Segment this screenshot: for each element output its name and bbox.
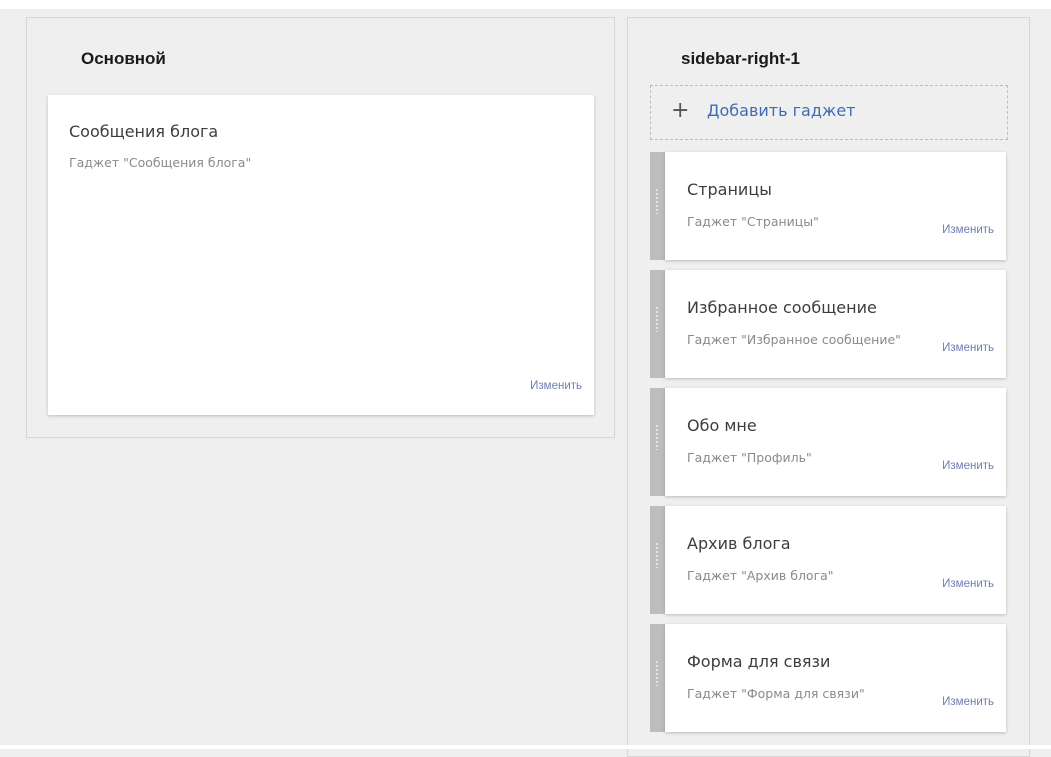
- section-main: Основной Сообщения блога Гаджет "Сообщен…: [26, 17, 615, 438]
- gadget-card[interactable]: Форма для связи Гаджет "Форма для связи"…: [665, 624, 1006, 732]
- gadget-item-featured-post: Избранное сообщение Гаджет "Избранное со…: [650, 270, 1006, 378]
- drag-dots-icon: [656, 660, 658, 686]
- drag-handle[interactable]: [650, 152, 665, 260]
- edit-link[interactable]: Изменить: [942, 460, 994, 472]
- plus-icon: +: [671, 98, 690, 123]
- gadget-subtitle: Гаджет "Сообщения блога": [69, 155, 252, 170]
- top-strip: [0, 0, 1051, 9]
- gadget-item-contact-form: Форма для связи Гаджет "Форма для связи"…: [650, 624, 1006, 732]
- gadget-card[interactable]: Избранное сообщение Гаджет "Избранное со…: [665, 270, 1006, 378]
- edit-link[interactable]: Изменить: [942, 578, 994, 590]
- gadget-item-blog-archive: Архив блога Гаджет "Архив блога" Изменит…: [650, 506, 1006, 614]
- drag-handle[interactable]: [650, 388, 665, 496]
- gadget-item-profile: Обо мне Гаджет "Профиль" Изменить: [650, 388, 1006, 496]
- edit-link[interactable]: Изменить: [942, 696, 994, 708]
- gadget-title: Сообщения блога: [69, 122, 219, 141]
- gadget-card[interactable]: Обо мне Гаджет "Профиль" Изменить: [665, 388, 1006, 496]
- gadget-subtitle: Гаджет "Архив блога": [687, 568, 834, 583]
- gadget-card[interactable]: Страницы Гаджет "Страницы" Изменить: [665, 152, 1006, 260]
- gadget-subtitle: Гаджет "Страницы": [687, 214, 819, 229]
- gadget-title: Избранное сообщение: [687, 298, 877, 317]
- gadget-item-pages: Страницы Гаджет "Страницы" Изменить: [650, 152, 1006, 260]
- section-sidebar-right: sidebar-right-1 + Добавить гаджет Страни…: [627, 17, 1030, 757]
- drag-handle[interactable]: [650, 270, 665, 378]
- drag-handle[interactable]: [650, 624, 665, 732]
- gadget-subtitle: Гаджет "Избранное сообщение": [687, 332, 901, 347]
- drag-dots-icon: [656, 188, 658, 214]
- bottom-strip: [0, 745, 1051, 749]
- drag-dots-icon: [656, 424, 658, 450]
- section-title-sidebar: sidebar-right-1: [681, 49, 801, 68]
- edit-link[interactable]: Изменить: [942, 342, 994, 354]
- edit-link[interactable]: Изменить: [942, 224, 994, 236]
- gadget-title: Обо мне: [687, 416, 757, 435]
- drag-dots-icon: [656, 306, 658, 332]
- gadget-subtitle: Гаджет "Профиль": [687, 450, 812, 465]
- gadget-card[interactable]: Архив блога Гаджет "Архив блога" Изменит…: [665, 506, 1006, 614]
- gadget-subtitle: Гаджет "Форма для связи": [687, 686, 865, 701]
- drag-handle[interactable]: [650, 506, 665, 614]
- add-gadget-button[interactable]: + Добавить гаджет: [650, 85, 1008, 140]
- gadget-title: Архив блога: [687, 534, 791, 553]
- add-gadget-label: Добавить гаджет: [707, 101, 856, 120]
- gadget-title: Форма для связи: [687, 652, 831, 671]
- edit-link[interactable]: Изменить: [530, 380, 582, 392]
- drag-dots-icon: [656, 542, 658, 568]
- gadget-card-blog-posts[interactable]: Сообщения блога Гаджет "Сообщения блога"…: [48, 95, 594, 415]
- gadget-title: Страницы: [687, 180, 772, 199]
- section-title-main: Основной: [81, 49, 166, 68]
